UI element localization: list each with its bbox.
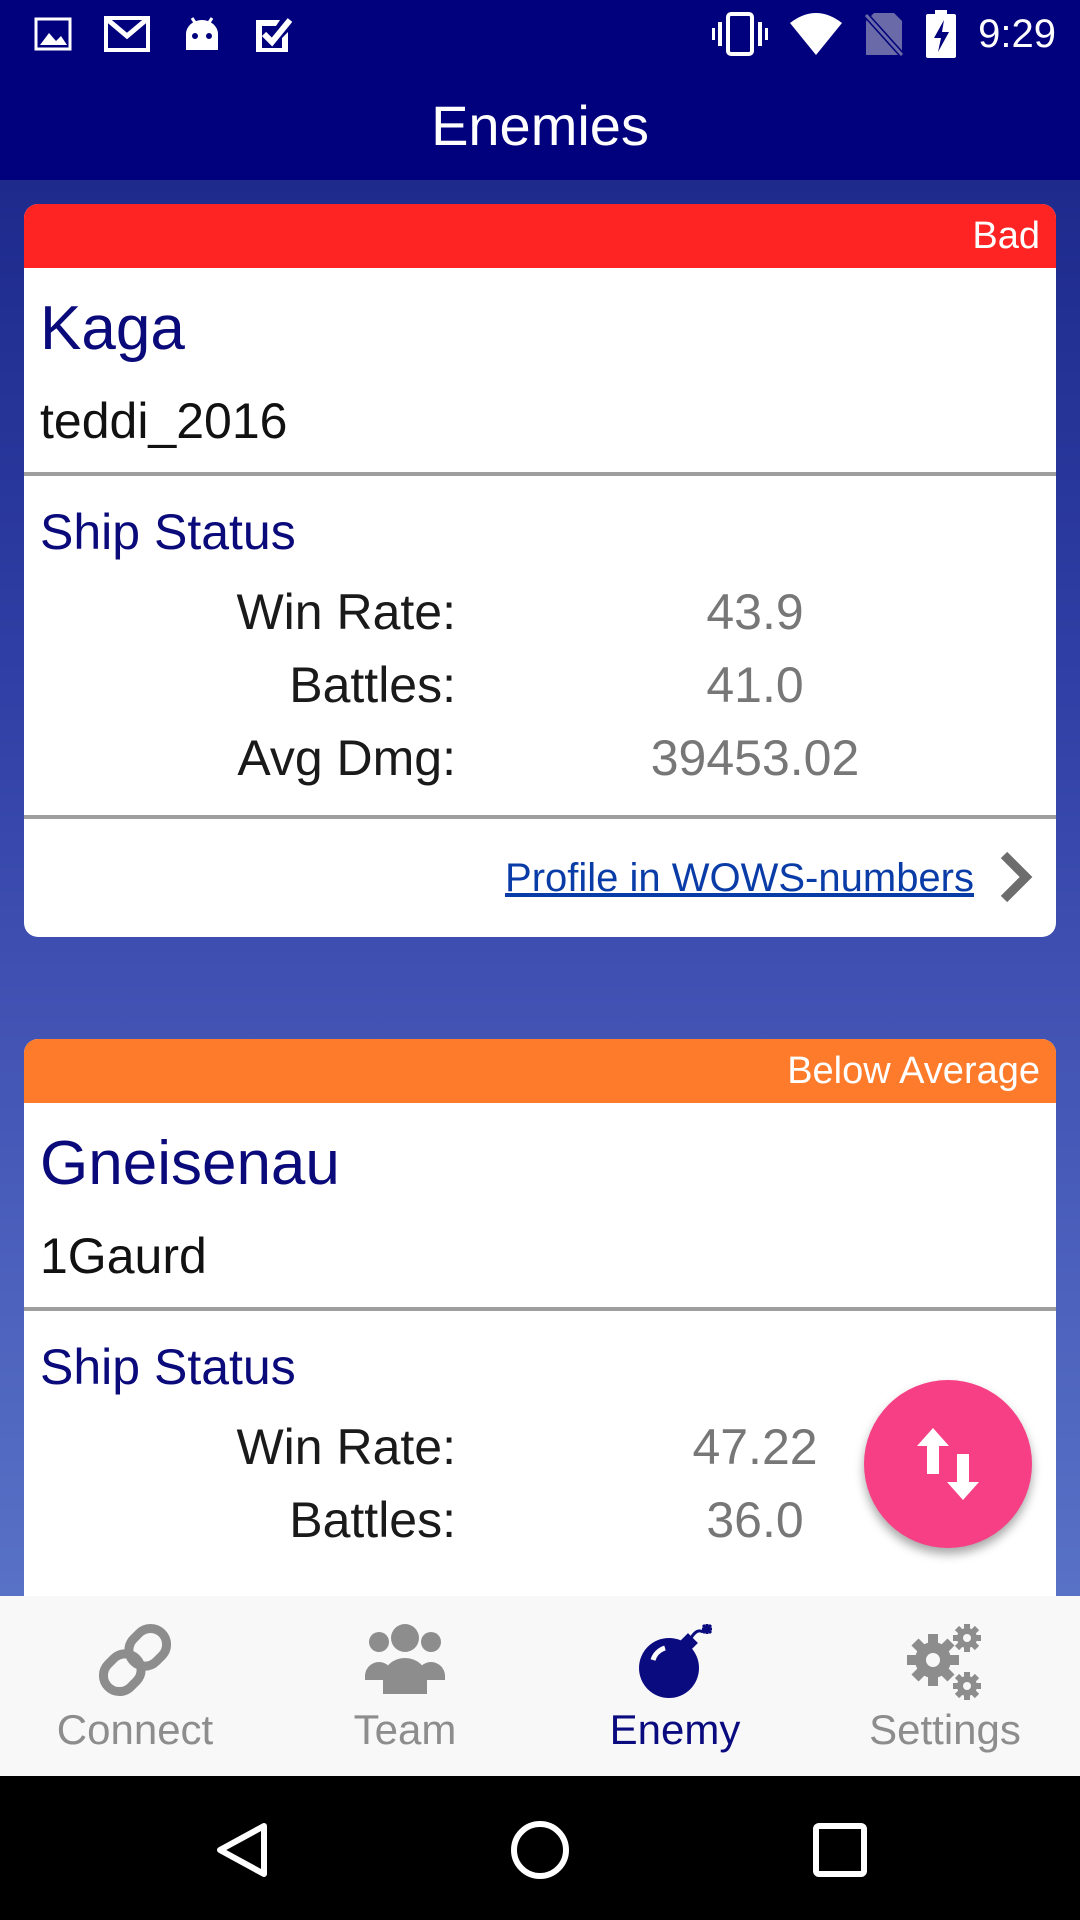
stat-label: Avg Dmg:	[237, 730, 456, 786]
enemy-list[interactable]: Bad Kaga teddi_2016 Ship Status Win Rate…	[0, 180, 1080, 1596]
battery-charging-icon	[926, 10, 957, 58]
stat-row-win-rate: Win Rate: 43.9	[24, 576, 1056, 649]
stat-value: 43.9	[706, 584, 804, 640]
nav-item-settings[interactable]: Settings	[810, 1596, 1080, 1776]
recents-icon[interactable]	[812, 1822, 868, 1878]
enemy-card[interactable]: Bad Kaga teddi_2016 Ship Status Win Rate…	[24, 204, 1056, 937]
home-icon[interactable]	[508, 1818, 572, 1882]
nav-label: Connect	[56, 1706, 214, 1753]
player-name: teddi_2016	[40, 393, 288, 449]
rating-banner: Below Average	[24, 1039, 1056, 1103]
bottom-navigation: Connect Team Enemy Settings	[0, 1596, 1080, 1776]
section-title: Ship Status	[40, 504, 296, 560]
team-icon	[365, 1624, 445, 1694]
stat-label: Win Rate:	[236, 584, 456, 640]
wifi-icon	[790, 13, 843, 55]
profile-link[interactable]: Profile in WOWS-numbers	[505, 819, 974, 937]
nav-label: Enemy	[609, 1706, 741, 1753]
profile-link-row[interactable]: Profile in WOWS-numbers	[24, 819, 1056, 937]
check-icon	[256, 18, 292, 52]
status-bar: 9:29	[0, 0, 1080, 72]
android-icon	[186, 17, 218, 50]
stat-row-avg-dmg: Avg Dmg: 39453.02	[24, 722, 1056, 795]
nav-item-connect[interactable]: Connect	[0, 1596, 270, 1776]
nav-item-enemy[interactable]: Enemy	[540, 1596, 810, 1776]
page-title: Enemies	[431, 94, 649, 157]
gear-icon	[907, 1624, 981, 1700]
ship-name: Kaga	[40, 294, 185, 363]
stat-label: Win Rate:	[236, 1419, 456, 1475]
nav-item-team[interactable]: Team	[270, 1596, 540, 1776]
status-time: 9:29	[978, 11, 1056, 56]
no-sim-icon	[864, 12, 905, 57]
rating-banner: Bad	[24, 204, 1056, 268]
nav-label: Settings	[869, 1706, 1021, 1753]
chevron-right-icon[interactable]	[996, 849, 1036, 905]
stat-value: 41.0	[706, 657, 804, 713]
nav-label: Team	[353, 1706, 457, 1753]
swap-vertical-icon	[917, 1428, 979, 1500]
app-bar: Enemies	[0, 72, 1080, 180]
bomb-icon	[639, 1623, 713, 1698]
stat-row-battles: Battles: 41.0	[24, 649, 1056, 722]
stat-label: Battles:	[289, 1492, 456, 1548]
player-name: 1Gaurd	[40, 1228, 207, 1284]
swap-fab-button[interactable]	[864, 1380, 1032, 1548]
vibrate-icon	[712, 12, 769, 56]
stat-value: 39453.02	[650, 730, 860, 786]
image-icon	[34, 17, 72, 51]
link-icon	[98, 1623, 172, 1697]
mail-icon	[104, 16, 150, 52]
ship-name: Gneisenau	[40, 1129, 340, 1198]
back-icon[interactable]	[212, 1820, 272, 1880]
system-navigation-bar	[0, 1776, 1080, 1920]
stat-label: Battles:	[289, 657, 456, 713]
